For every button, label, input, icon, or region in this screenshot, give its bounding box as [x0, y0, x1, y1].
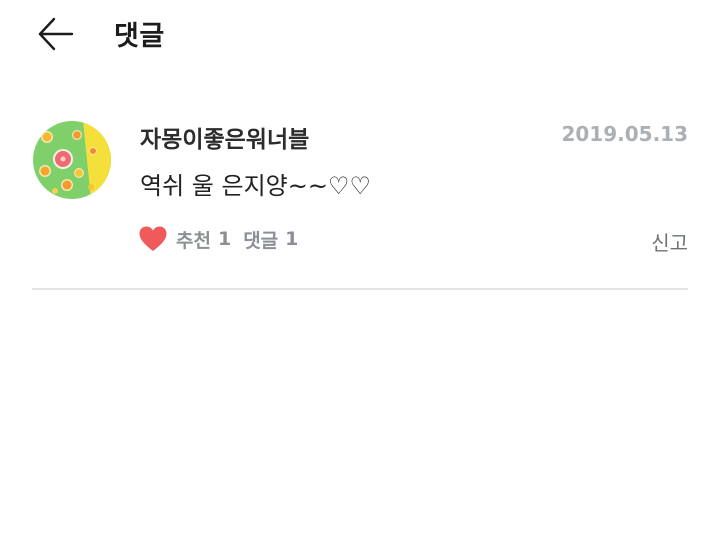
like-label: 추천 [176, 229, 211, 252]
reply-count: 1 [285, 228, 299, 250]
comment-item: 자몽이좋은워너블 2019.05.13 역쉬 울 은지양~~♡♡ 추천 1 댓글… [0, 100, 720, 290]
reply-button[interactable]: 댓글 1 [243, 226, 298, 253]
app-header: 댓글 [0, 0, 720, 68]
like-button[interactable]: 추천 1 [138, 225, 231, 253]
heart-icon [138, 225, 168, 253]
reply-label: 댓글 [243, 229, 279, 252]
like-count: 1 [217, 228, 232, 250]
page-title: 댓글 [114, 21, 165, 52]
report-button[interactable]: 신고 [651, 227, 688, 256]
divider [32, 288, 688, 290]
comment-text: 역쉬 울 은지양~~♡♡ [140, 172, 371, 200]
comment-date: 2019.05.13 [561, 122, 688, 146]
avatar[interactable] [33, 121, 111, 199]
comment-author[interactable]: 자몽이좋은워너블 [140, 120, 309, 154]
back-button[interactable] [30, 12, 78, 56]
fruit-slices-avatar [33, 121, 111, 199]
comment-actions: 추천 1 댓글 1 [138, 224, 298, 254]
arrow-left-icon [38, 17, 74, 51]
